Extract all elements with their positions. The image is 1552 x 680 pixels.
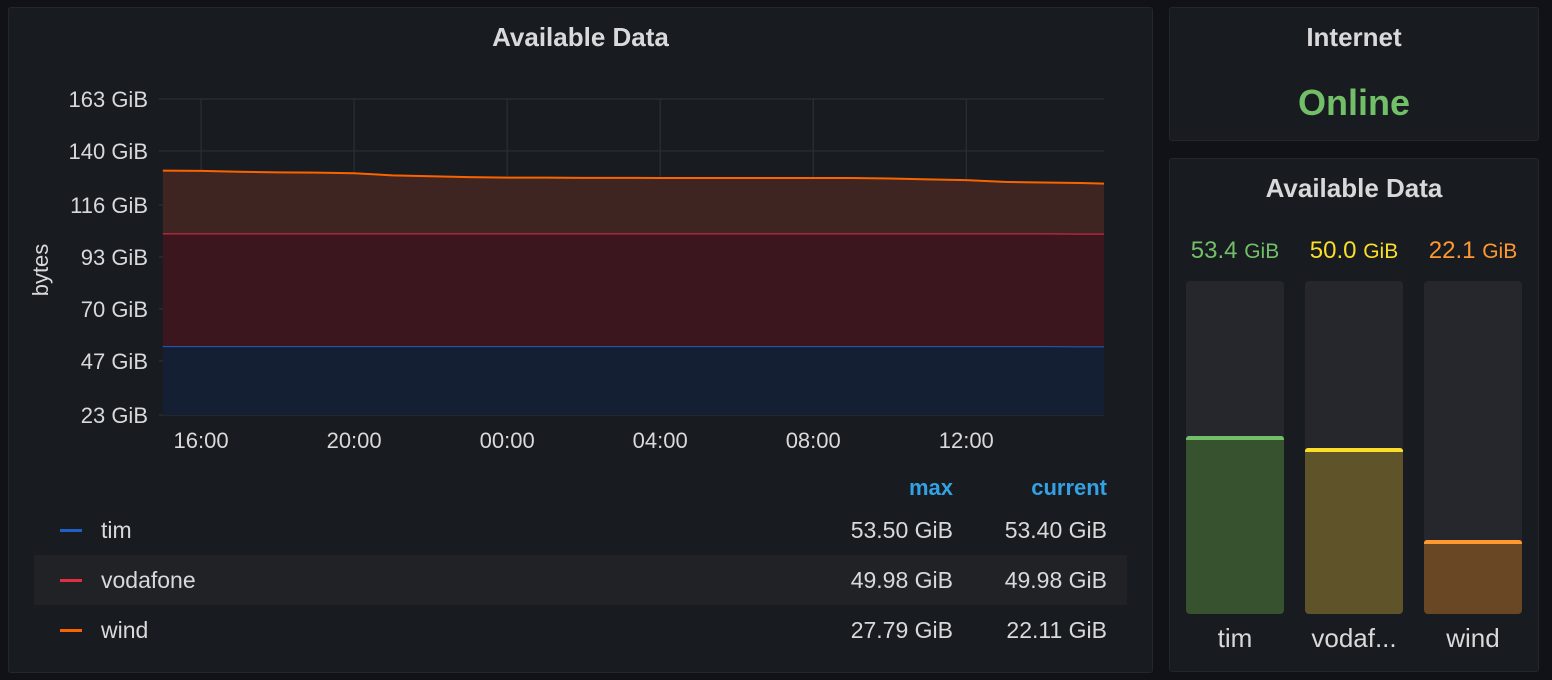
internet-status-panel[interactable]: Internet Online xyxy=(1169,7,1539,141)
legend-current-value: 53.40 GiB xyxy=(1004,517,1107,543)
bar-label: vodaf... xyxy=(1311,623,1397,653)
panel-title[interactable]: Available Data xyxy=(1170,173,1538,204)
bar-value: 22.1 GiB xyxy=(1428,237,1518,264)
legend-row-vodafone[interactable]: vodafone 49.98 GiB 49.98 GiB xyxy=(34,555,1127,605)
area-tim xyxy=(162,346,1104,415)
y-tick-label: 93 GiB xyxy=(81,245,148,270)
graph-panel[interactable]: Available Data 163 GiB 140 GiB 116 GiB 93 G… xyxy=(8,7,1153,673)
bar-track xyxy=(1186,281,1284,614)
bar-fill xyxy=(1186,436,1284,614)
bar-track xyxy=(1424,281,1522,614)
bar-value: 53.4 GiB xyxy=(1190,237,1280,264)
y-tick-label: 163 GiB xyxy=(69,87,149,112)
legend-row-wind[interactable]: wind 27.79 GiB 22.11 GiB xyxy=(34,605,1127,655)
legend-max-value: 53.50 GiB xyxy=(850,517,953,543)
legend-series-name[interactable]: wind xyxy=(101,617,148,644)
series-swatch[interactable] xyxy=(60,629,82,632)
bar-fill xyxy=(1305,447,1403,614)
x-tick-label: 16:00 xyxy=(174,428,229,453)
legend-current-value: 22.11 GiB xyxy=(1006,617,1107,643)
legend-max-value: 49.98 GiB xyxy=(850,567,953,593)
y-tick-label: 140 GiB xyxy=(69,139,149,164)
y-axis-label: bytes xyxy=(28,244,53,297)
legend-row-tim[interactable]: tim 53.50 GiB 53.40 GiB xyxy=(34,505,1127,555)
y-tick-label: 70 GiB xyxy=(81,297,148,322)
y-tick-label: 116 GiB xyxy=(70,193,148,218)
bar-label: wind xyxy=(1446,623,1500,653)
legend-series-name[interactable]: tim xyxy=(101,517,132,544)
x-tick-label: 12:00 xyxy=(939,428,994,453)
area-chart[interactable]: 163 GiB 140 GiB 116 GiB 93 GiB 70 GiB 47 GiB 2… xyxy=(9,8,1154,468)
x-tick-label: 00:00 xyxy=(480,428,535,453)
legend-current-value: 49.98 GiB xyxy=(1004,567,1107,593)
panel-title[interactable]: Internet xyxy=(1170,22,1538,53)
y-tick-label: 23 GiB xyxy=(81,403,148,428)
x-tick-label: 08:00 xyxy=(786,428,841,453)
legend-series-name[interactable]: vodafone xyxy=(101,567,196,594)
legend-header-max[interactable]: max xyxy=(813,475,953,501)
legend-max-value: 27.79 GiB xyxy=(850,617,953,643)
bar-gauge-panel[interactable]: Available Data 53.4 GiB tim 50.0 GiB vod… xyxy=(1169,158,1539,672)
x-tick-label: 04:00 xyxy=(633,428,688,453)
bar-fill xyxy=(1424,540,1522,614)
y-tick-label: 47 GiB xyxy=(81,349,148,374)
series-swatch[interactable] xyxy=(60,529,82,532)
bar-label: tim xyxy=(1217,623,1253,653)
area-vodafone xyxy=(162,233,1104,347)
legend-header-current[interactable]: current xyxy=(967,475,1107,501)
bar-track xyxy=(1305,281,1403,614)
status-value: Online xyxy=(1297,82,1410,123)
series-swatch[interactable] xyxy=(60,579,82,582)
x-tick-label: 20:00 xyxy=(327,428,382,453)
bar-value: 50.0 GiB xyxy=(1309,237,1399,264)
